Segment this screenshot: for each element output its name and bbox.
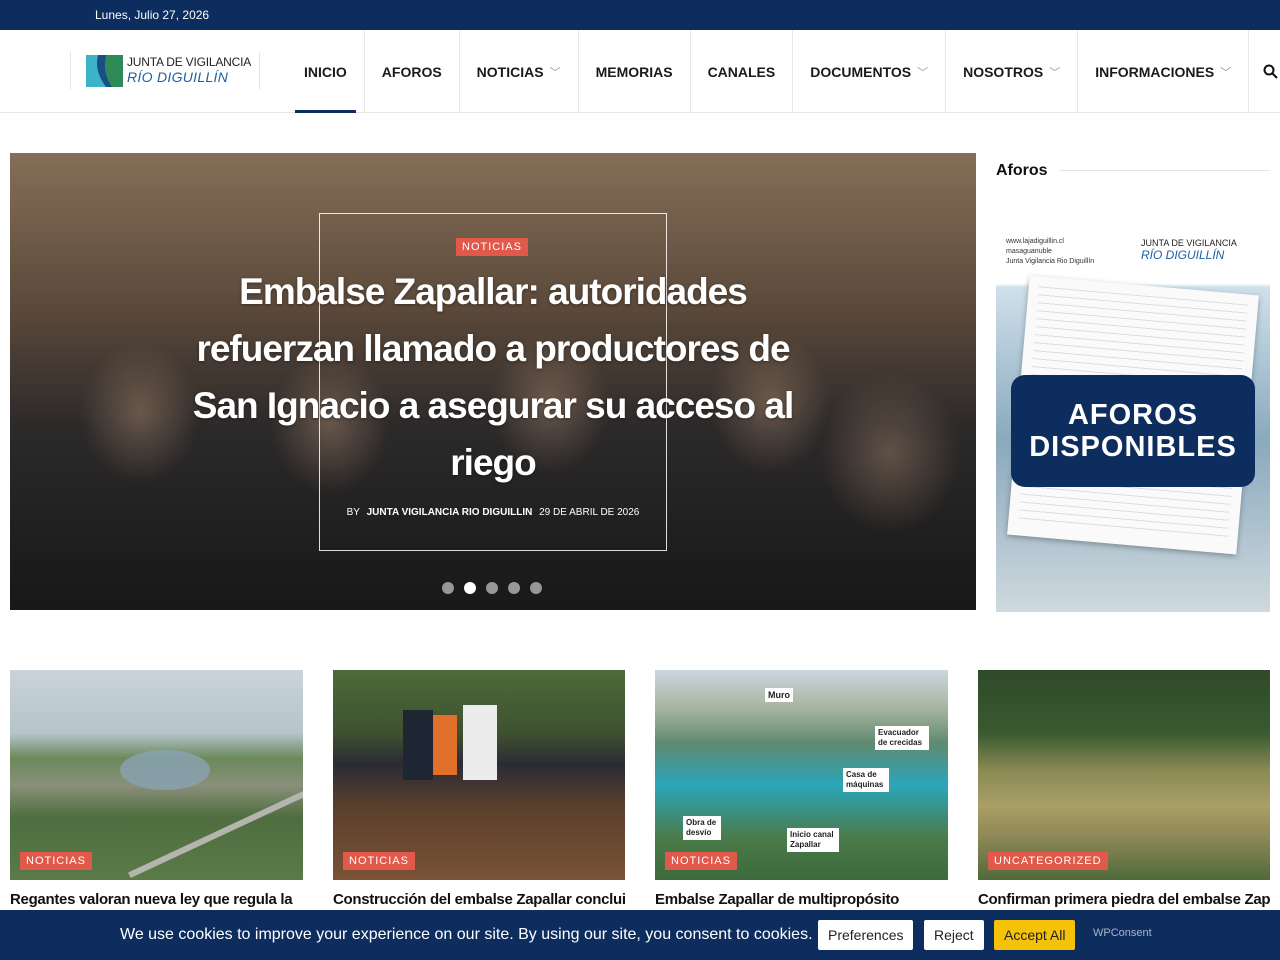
hero-date: 29 DE ABRIL DE 2026 — [539, 507, 640, 518]
slider-dots — [442, 582, 542, 594]
nav-item-memorias[interactable]: MEMORIAS — [579, 30, 691, 113]
diagram-label: Evacuador de crecidas — [875, 726, 929, 750]
news-card-image[interactable] — [10, 670, 303, 880]
news-grid: NOTICIAS Regantes valoran nueva ley que … — [10, 670, 1270, 920]
nav-label: CANALES — [707, 63, 776, 80]
logo-line1: JUNTA DE VIGILANCIA — [127, 55, 252, 69]
chevron-down-icon: ﹀ — [549, 66, 561, 79]
diagram-label: Obra de desvío — [683, 816, 721, 840]
promo-logo: JUNTA DE VIGILANCIA RÍO DIGUILLÍN — [1141, 238, 1237, 262]
promo-link: Junta Vigilancia Rio Diguillín — [1006, 258, 1095, 265]
news-card-title[interactable]: Construcción del embalse Zapallar conclu… — [333, 891, 625, 908]
news-category-badge[interactable]: UNCATEGORIZED — [988, 852, 1108, 870]
aforos-promo-banner[interactable]: www.lajadiguillin.cl masaguanuble Junta … — [996, 230, 1270, 612]
divider — [1060, 170, 1270, 171]
diagram-label: Inicio canal Zapallar — [787, 828, 839, 852]
nav-label: NOTICIAS — [476, 63, 544, 80]
nav-item-canales[interactable]: CANALES — [691, 30, 794, 113]
slider-dot[interactable] — [530, 582, 542, 594]
promo-links: www.lajadiguillin.cl masaguanuble Junta … — [1006, 237, 1094, 267]
news-card[interactable]: UNCATEGORIZED Confirman primera piedra d… — [978, 670, 1270, 908]
slider-dot-active[interactable] — [464, 582, 476, 594]
news-card[interactable]: Muro Evacuador de crecidas Casa de máqui… — [655, 670, 948, 908]
nav-item-documentos[interactable]: DOCUMENTOS ﹀ — [793, 30, 947, 113]
slider-dot[interactable] — [486, 582, 498, 594]
news-card-title[interactable]: Regantes valoran nueva ley que regula la — [10, 891, 303, 908]
slider-dot[interactable] — [508, 582, 520, 594]
cookie-banner: We use cookies to improve your experienc… — [0, 910, 1280, 960]
promo-cta-line1: AFOROS — [1067, 399, 1199, 431]
nav-item-inicio[interactable]: INICIO — [287, 30, 365, 113]
nav-label: DOCUMENTOS — [810, 63, 912, 80]
news-card-image[interactable] — [333, 670, 625, 880]
hero-author[interactable]: JUNTA VIGILANCIA RIO DIGUILLIN — [367, 507, 533, 518]
promo-logo-line1: JUNTA DE VIGILANCIA — [1141, 238, 1237, 248]
news-card-image[interactable]: Muro Evacuador de crecidas Casa de máqui… — [655, 670, 948, 880]
news-category-badge[interactable]: NOTICIAS — [20, 852, 92, 870]
news-card-image[interactable] — [978, 670, 1270, 880]
current-date: Lunes, Julio 27, 2026 — [95, 8, 210, 22]
hero-title[interactable]: Embalse Zapallar: autoridades refuerzan … — [190, 263, 796, 491]
cookie-accept-button[interactable]: Accept All — [994, 920, 1076, 950]
nav-label: NOSOTROS — [963, 63, 1044, 80]
hero-meta: BY JUNTA VIGILANCIA RIO DIGUILLIN 29 DE … — [319, 507, 667, 518]
chevron-down-icon: ﹀ — [1049, 66, 1061, 79]
promo-cta-line2: DISPONIBLES — [1029, 431, 1237, 463]
nav-label: INFORMACIONES — [1095, 63, 1215, 80]
nav-item-informaciones[interactable]: INFORMACIONES ﹀ — [1078, 30, 1250, 113]
news-card[interactable]: NOTICIAS Construcción del embalse Zapall… — [333, 670, 625, 908]
search-icon — [1263, 64, 1278, 79]
promo-link: www.lajadiguillin.cl — [1006, 238, 1064, 245]
site-logo[interactable]: JUNTA DE VIGILANCIA RÍO DIGUILLÍN — [70, 52, 260, 90]
chevron-down-icon: ﹀ — [917, 66, 929, 79]
promo-link: masaguanuble — [1006, 248, 1052, 255]
news-category-badge[interactable]: NOTICIAS — [343, 852, 415, 870]
hero-by: BY — [346, 507, 360, 518]
news-category-badge[interactable]: NOTICIAS — [665, 852, 737, 870]
nav-label: AFOROS — [381, 63, 442, 80]
logo-line2: RÍO DIGUILLÍN — [127, 69, 229, 85]
chevron-down-icon: ﹀ — [1220, 66, 1232, 79]
site-header: JUNTA DE VIGILANCIA RÍO DIGUILLÍN INICIO… — [0, 30, 1280, 113]
nav-item-noticias[interactable]: NOTICIAS ﹀ — [460, 30, 579, 113]
nav-item-aforos[interactable]: AFOROS — [365, 30, 460, 113]
nav-label: INICIO — [304, 63, 347, 80]
main-nav: INICIO AFOROS NOTICIAS ﹀ MEMORIAS CANALES… — [287, 30, 1280, 113]
promo-logo-line2: RÍO DIGUILLÍN — [1141, 248, 1225, 262]
slider-dot[interactable] — [442, 582, 454, 594]
news-card[interactable]: NOTICIAS Regantes valoran nueva ley que … — [10, 670, 303, 908]
hero-category-badge[interactable]: NOTICIAS — [456, 238, 528, 256]
cookie-reject-button[interactable]: Reject — [924, 920, 984, 950]
hero-slider[interactable]: NOTICIAS Embalse Zapallar: autoridades r… — [10, 153, 976, 610]
diagram-label: Casa de máquinas — [843, 768, 889, 792]
nav-label: MEMORIAS — [595, 63, 673, 80]
search-button[interactable] — [1249, 30, 1280, 113]
cookie-preferences-button[interactable]: Preferences — [818, 920, 914, 950]
sidebar-title: Aforos — [996, 162, 1048, 179]
top-bar: Lunes, Julio 27, 2026 — [0, 0, 1280, 30]
cookie-message: We use cookies to improve your experienc… — [120, 926, 813, 943]
logo-mark-icon — [86, 55, 123, 87]
promo-cta: AFOROS DISPONIBLES — [1011, 375, 1255, 487]
wpconsent-logo[interactable]: WPConsent — [1093, 927, 1152, 939]
news-card-title[interactable]: Embalse Zapallar de multipropósito — [655, 891, 948, 908]
nav-item-nosotros[interactable]: NOSOTROS ﹀ — [946, 30, 1079, 113]
diagram-label: Muro — [765, 688, 793, 702]
news-card-title[interactable]: Confirman primera piedra del embalse Zap… — [978, 891, 1270, 908]
